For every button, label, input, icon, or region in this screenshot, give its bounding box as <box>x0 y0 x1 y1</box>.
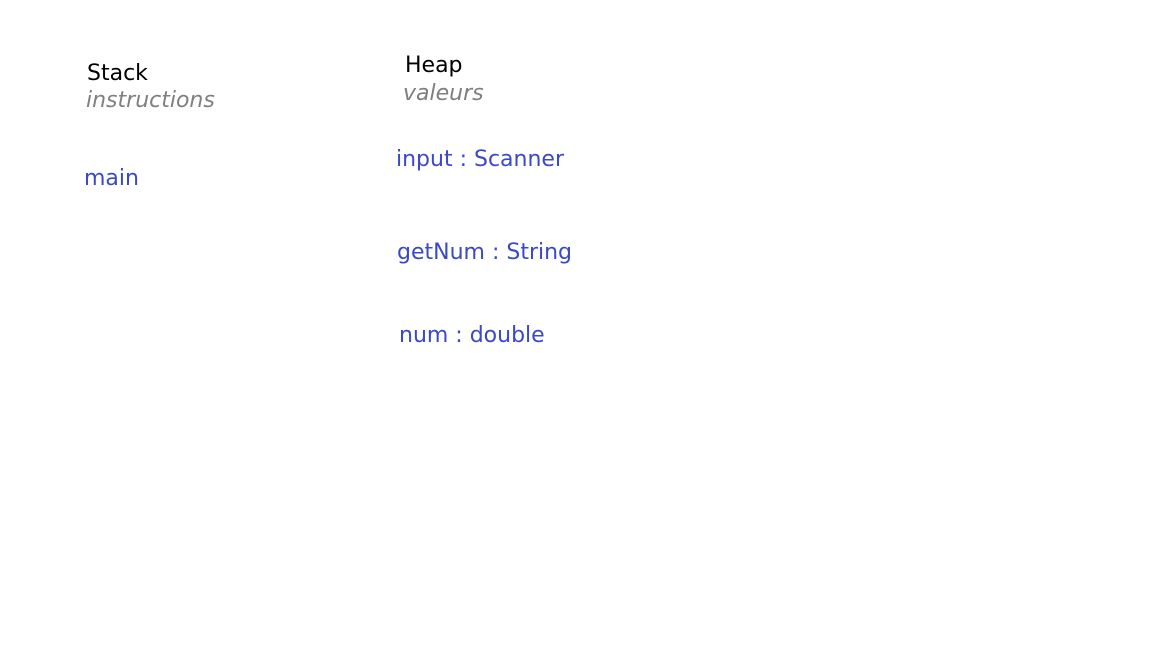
heap-item-input: input : Scanner <box>396 147 564 172</box>
stack-title: Stack <box>87 61 148 86</box>
heap-subtitle: valeurs <box>403 81 484 106</box>
stack-subtitle: instructions <box>86 88 215 113</box>
heap-item-getnum: getNum : String <box>397 240 573 265</box>
heap-item-num: num : double <box>399 323 545 348</box>
heap-title: Heap <box>405 53 463 78</box>
memory-diagram-slide: Stack instructions main Heap valeurs inp… <box>0 0 1152 648</box>
stack-item-main: main <box>84 166 139 191</box>
